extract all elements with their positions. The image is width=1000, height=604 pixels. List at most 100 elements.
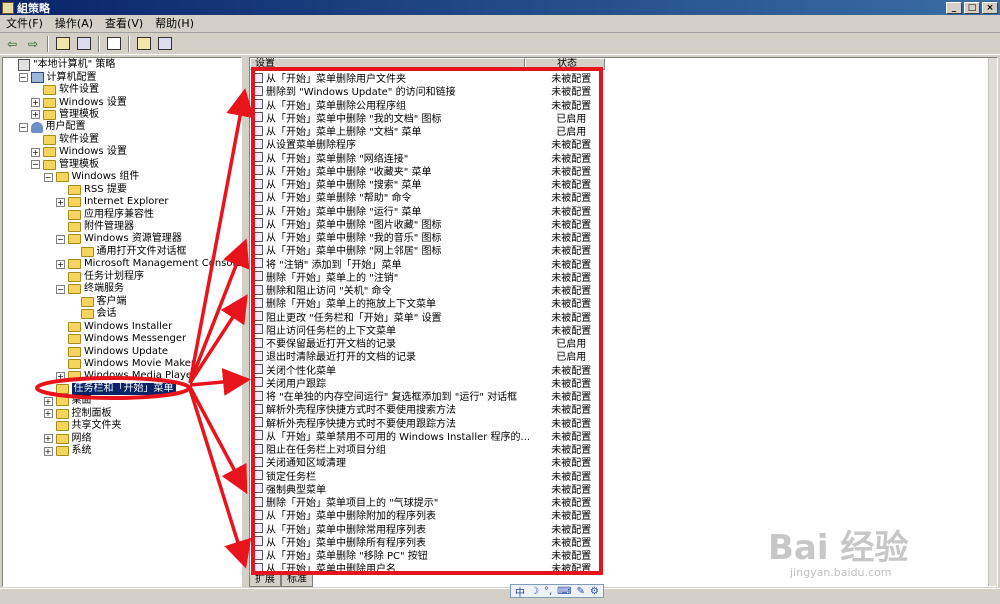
policy-row[interactable]: 从设置菜单删除程序 未被配置	[254, 137, 599, 151]
tree-item[interactable]: 应用程序兼容性	[56, 208, 154, 220]
expand-icon[interactable]: +	[43, 396, 53, 406]
console-tree[interactable]: "本地计算机" 策略 − 计算机配置 软件设置 + Windows 设置 + 管理模板 − 用户配…	[2, 57, 242, 587]
menu-help[interactable]: 帮助(H)	[149, 15, 200, 33]
collapse-icon[interactable]: −	[31, 160, 40, 170]
tree-item[interactable]: Windows Movie Maker	[56, 358, 195, 370]
expand-icon[interactable]: +	[56, 371, 65, 381]
policy-row[interactable]: 将 "在单独的内存空间运行" 复选框添加到 "运行" 对话框 未被配置	[254, 389, 599, 403]
back-arrow-icon[interactable]: ⇦	[3, 35, 21, 53]
expand-icon[interactable]: +	[56, 259, 65, 269]
help-icon[interactable]	[135, 35, 153, 53]
ime-keyboard-icon[interactable]: ⌨	[557, 586, 571, 597]
collapse-icon[interactable]: −	[56, 234, 65, 244]
policy-row[interactable]: 退出时清除最近打开的文档的记录 已启用	[254, 349, 599, 363]
policy-row[interactable]: 从「开始」菜单删除用户文件夹 未被配置	[254, 71, 599, 85]
policy-row[interactable]: 强制典型菜单 未被配置	[254, 482, 599, 496]
collapse-icon[interactable]: −	[43, 172, 53, 182]
column-header-state[interactable]: 状态	[525, 58, 605, 70]
ime-moon-icon[interactable]: ☽	[530, 586, 539, 597]
policy-row[interactable]: 阻止更改 "任务栏和「开始」菜单" 设置 未被配置	[254, 310, 599, 324]
policy-row[interactable]: 从「开始」菜单中删除 "收藏夹" 菜单 未被配置	[254, 164, 599, 178]
policy-row[interactable]: 从「开始」菜单删除公用程序组 未被配置	[254, 98, 599, 112]
tree-item[interactable]: + 控制面板	[43, 408, 112, 420]
tree-item[interactable]: + Windows 设置	[31, 96, 127, 108]
tree-item[interactable]: + Microsoft Management Console	[56, 258, 241, 270]
policy-row[interactable]: 删除到 "Windows Update" 的访问和链接 未被配置	[254, 84, 599, 98]
tree-item[interactable]: − Windows 资源管理器	[56, 233, 182, 245]
tab-standard[interactable]: 标准	[281, 575, 313, 587]
policy-row[interactable]: 从「开始」菜单中删除附加的程序列表 未被配置	[254, 508, 599, 522]
ime-settings-icon[interactable]: ⚙	[590, 586, 599, 597]
show-tree-icon[interactable]	[75, 35, 93, 53]
expand-icon[interactable]: +	[43, 409, 53, 419]
policy-row[interactable]: 不要保留最近打开文档的记录 已启用	[254, 336, 599, 350]
tree-item[interactable]: + 网络	[43, 433, 92, 445]
policy-row[interactable]: 从「开始」菜单删除 "帮助" 命令 未被配置	[254, 190, 599, 204]
policy-row[interactable]: 从「开始」菜单删除 "移除 PC" 按钮 未被配置	[254, 548, 599, 562]
policy-row[interactable]: 从「开始」菜单中删除 "网上邻居" 图标 未被配置	[254, 243, 599, 257]
policy-row[interactable]: 从「开始」菜单中删除用户名 未被配置	[254, 561, 599, 575]
ime-lang-icon[interactable]: 中	[515, 584, 525, 599]
close-button[interactable]: ×	[982, 1, 998, 14]
tree-item[interactable]: + 管理模板	[31, 109, 99, 121]
tree-item[interactable]: 会话	[68, 308, 117, 320]
properties-icon[interactable]	[156, 35, 174, 53]
forward-arrow-icon[interactable]: ⇨	[24, 35, 42, 53]
tree-item[interactable]: 共享文件夹	[43, 420, 122, 432]
tree-item[interactable]: − 终端服务	[56, 283, 124, 295]
collapse-icon[interactable]: −	[18, 73, 28, 83]
tree-item[interactable]: "本地计算机" 策略	[6, 59, 115, 72]
tree-item[interactable]: Windows Messenger	[56, 333, 186, 345]
tree-item[interactable]: + Windows 设置	[31, 146, 127, 158]
policy-row[interactable]: 删除「开始」菜单上的 "注销" 未被配置	[254, 270, 599, 284]
policy-row[interactable]: 删除「开始」菜单上的拖放上下文菜单 未被配置	[254, 296, 599, 310]
maximize-button[interactable]: □	[964, 1, 980, 14]
expand-icon[interactable]: +	[31, 147, 40, 157]
up-folder-icon[interactable]	[54, 35, 72, 53]
tree-item[interactable]: Windows Installer	[56, 320, 172, 332]
policy-row[interactable]: 将 "注销" 添加到「开始」菜单 未被配置	[254, 257, 599, 271]
expand-icon[interactable]: +	[56, 197, 65, 207]
ime-toolbar[interactable]: 中 ☽ °, ⌨ ✎ ⚙	[510, 584, 604, 599]
policy-list[interactable]: 设置 状态 从「开始」菜单删除用户文件夹 未被配置 删除到 "Windows Upd…	[249, 57, 998, 587]
tree-item[interactable]: + Internet Explorer	[56, 196, 169, 208]
policy-row[interactable]: 删除「开始」菜单项目上的 "气球提示" 未被配置	[254, 495, 599, 509]
menu-file[interactable]: 文件(F)	[0, 15, 49, 33]
policy-row[interactable]: 从「开始」菜单中删除 "运行" 菜单 未被配置	[254, 204, 599, 218]
tree-item[interactable]: − 计算机配置	[18, 71, 97, 84]
policy-row[interactable]: 删除和阻止访问 "关机" 命令 未被配置	[254, 283, 599, 297]
policy-row[interactable]: 锁定任务栏 未被配置	[254, 469, 599, 483]
tree-item[interactable]: 通用打开文件对话框	[68, 246, 187, 258]
policy-row[interactable]: 从「开始」菜单中删除 "我的音乐" 图标 未被配置	[254, 230, 599, 244]
menu-view[interactable]: 查看(V)	[99, 15, 149, 33]
tree-item[interactable]: 附件管理器	[56, 221, 134, 233]
tree-item[interactable]: Windows Update	[56, 345, 168, 357]
policy-row[interactable]: 从「开始」菜单删除 "网络连接" 未被配置	[254, 151, 599, 165]
policy-row[interactable]: 从「开始」菜单中删除常用程序列表 未被配置	[254, 522, 599, 536]
tree-item[interactable]: − Windows 组件	[43, 171, 139, 183]
collapse-icon[interactable]: −	[56, 284, 65, 294]
tree-item[interactable]: 软件设置	[31, 84, 99, 96]
policy-row[interactable]: 解析外壳程序快捷方式时不要使用搜索方法 未被配置	[254, 402, 599, 416]
tree-item[interactable]: RSS 提要	[56, 184, 127, 196]
tree-item[interactable]: + 系统	[43, 445, 92, 457]
expand-icon[interactable]: +	[31, 110, 40, 120]
tree-item[interactable]: − 管理模板	[31, 159, 99, 171]
vertical-scrollbar[interactable]	[988, 58, 997, 586]
export-list-icon[interactable]	[105, 35, 123, 53]
policy-row[interactable]: 阻止访问任务栏的上下文菜单 未被配置	[254, 323, 599, 337]
tree-item[interactable]: + Windows Media Player	[56, 370, 196, 382]
expand-icon[interactable]: +	[43, 434, 53, 444]
tree-item[interactable]: + 桌面	[43, 395, 92, 407]
policy-row[interactable]: 阻止在任务栏上对项目分组 未被配置	[254, 442, 599, 456]
expand-icon[interactable]: +	[31, 98, 40, 108]
policy-row[interactable]: 从「开始」菜单中删除 "搜索" 菜单 未被配置	[254, 177, 599, 191]
policy-row[interactable]: 关闭用户跟踪 未被配置	[254, 376, 599, 390]
ime-punct-icon[interactable]: °,	[544, 586, 552, 597]
menu-action[interactable]: 操作(A)	[49, 15, 99, 33]
tree-item[interactable]: 软件设置	[31, 134, 99, 146]
policy-row[interactable]: 从「开始」菜单上删除 "文档" 菜单 已启用	[254, 124, 599, 138]
policy-row[interactable]: 关闭个性化菜单 未被配置	[254, 363, 599, 377]
policy-row[interactable]: 从「开始」菜单中删除所有程序列表 未被配置	[254, 535, 599, 549]
policy-row[interactable]: 从「开始」菜单禁用不可用的 Windows Installer 程序的... 未被…	[254, 429, 599, 443]
